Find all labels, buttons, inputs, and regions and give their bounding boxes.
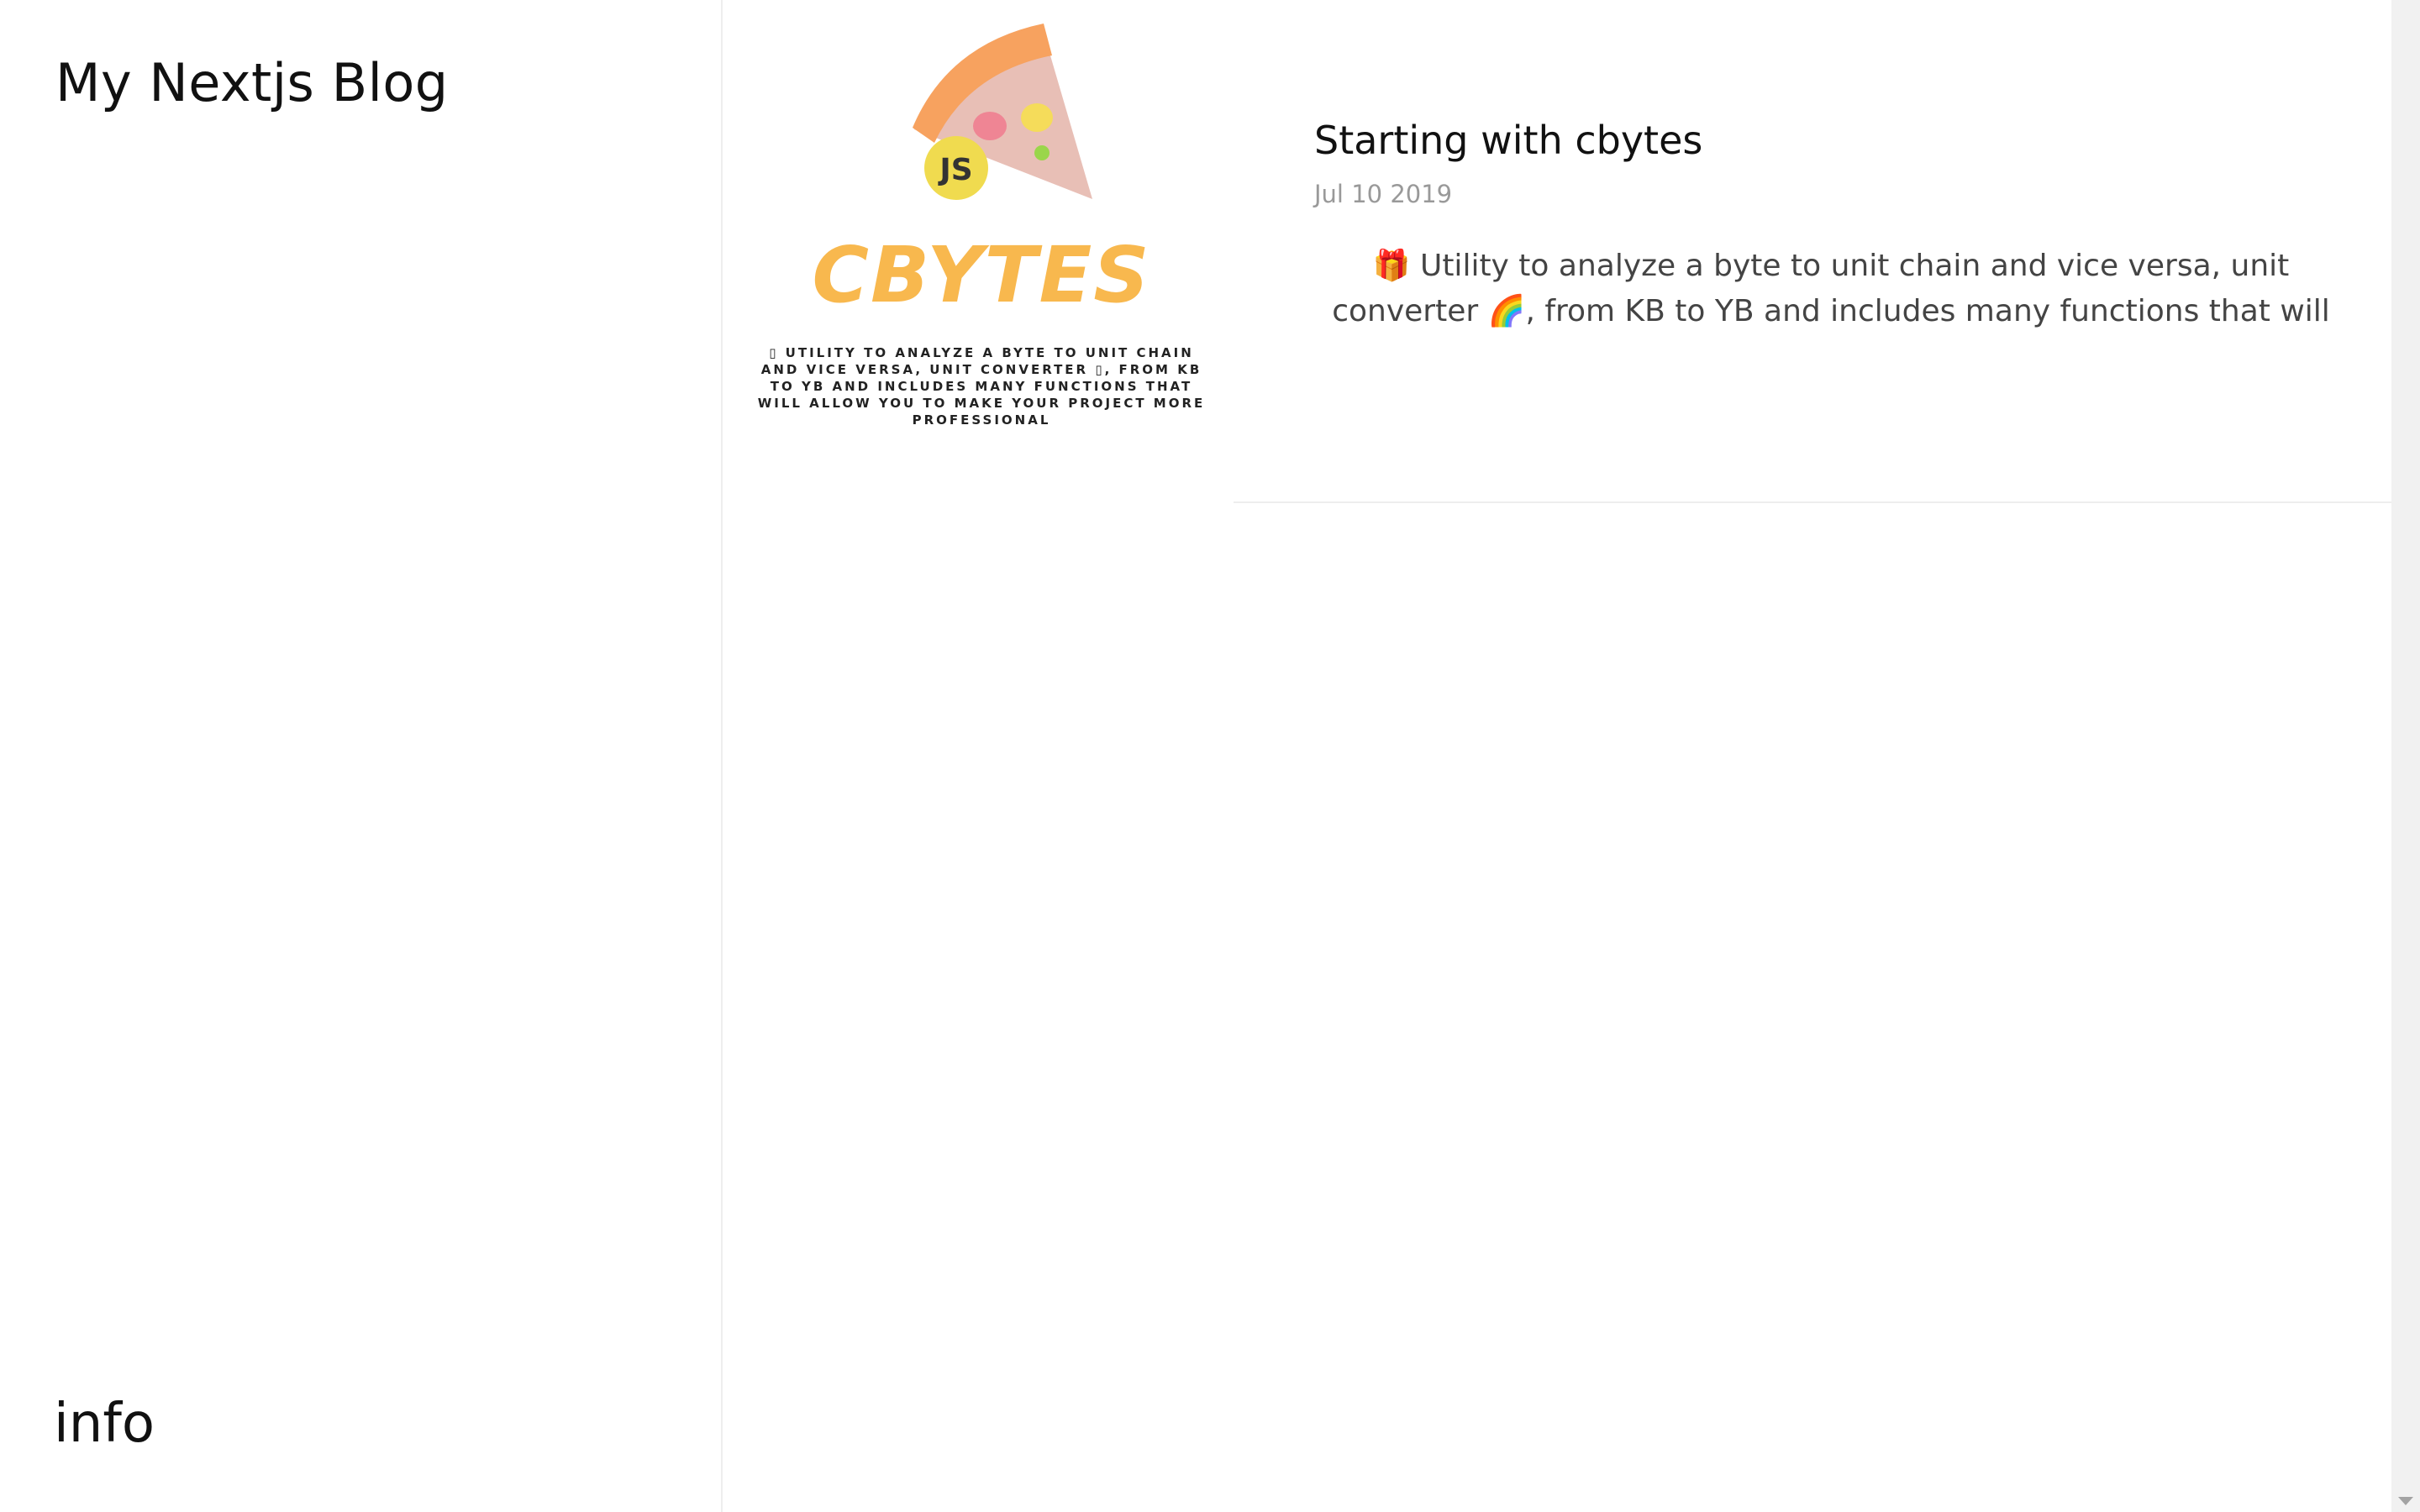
post-title-link[interactable]: Starting with cbytes <box>1314 118 1702 163</box>
triangle-down-icon[interactable] <box>2398 1497 2413 1505</box>
sidebar: My Nextjs Blog info <box>0 0 723 1512</box>
vertical-scrollbar[interactable] <box>2391 0 2420 1512</box>
post-date: Jul 10 2019 <box>1314 180 1453 208</box>
post-thumbnail[interactable]: JS CBYTES ▯ UTILITY TO ANALYZE A BYTE TO… <box>748 18 1215 428</box>
post-list: JS CBYTES ▯ UTILITY TO ANALYZE A BYTE TO… <box>724 0 2391 1512</box>
js-badge: JS <box>937 153 972 187</box>
info-link[interactable]: info <box>54 1393 155 1455</box>
site-title[interactable]: My Nextjs Blog <box>55 52 449 113</box>
thumbnail-tagline: ▯ UTILITY TO ANALYZE A BYTE TO UNIT CHAI… <box>757 345 1206 428</box>
post-body: Starting with cbytes Jul 10 2019 🎁 Utili… <box>1314 118 2348 365</box>
post-card: JS CBYTES ▯ UTILITY TO ANALYZE A BYTE TO… <box>724 0 2391 504</box>
pizza-slice-icon: JS <box>913 24 1092 200</box>
page: My Nextjs Blog info JS CBYTES ▯ UTILITY … <box>0 0 2420 1512</box>
divider <box>1234 501 2391 503</box>
post-excerpt: 🎁 Utility to analyze a byte to unit chai… <box>1332 249 2330 328</box>
brand-logo-text: CBYTES <box>812 230 1151 320</box>
